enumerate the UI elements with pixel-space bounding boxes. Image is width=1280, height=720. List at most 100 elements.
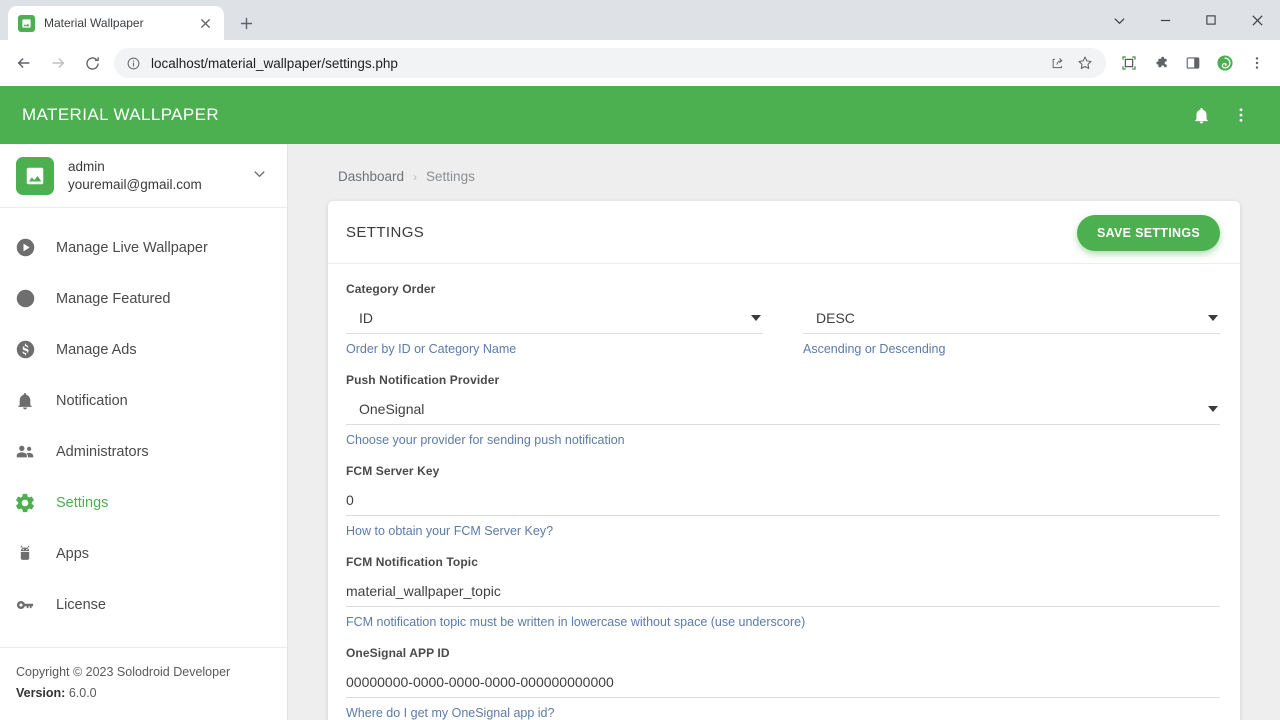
circle-icon bbox=[10, 284, 40, 314]
category-order-select[interactable]: ID bbox=[346, 303, 763, 334]
version-label: Version: bbox=[16, 686, 65, 700]
field-label: FCM Notification Topic bbox=[346, 555, 1220, 569]
field-value: OneSignal bbox=[346, 401, 1208, 417]
sidebar-item-manage-featured[interactable]: Manage Featured bbox=[0, 273, 287, 324]
site-info-icon[interactable] bbox=[126, 56, 141, 71]
field-hint[interactable]: FCM notification topic must be written i… bbox=[346, 615, 1220, 629]
push-notification-provider-select[interactable]: OneSignal bbox=[346, 394, 1220, 425]
tab-favicon-image-icon bbox=[18, 15, 35, 32]
android-extension-icon[interactable] bbox=[1210, 48, 1240, 78]
sidebar-item-settings[interactable]: Settings bbox=[0, 477, 287, 528]
sidebar-item-manage-ads[interactable]: Manage Ads bbox=[0, 324, 287, 375]
field-hint[interactable]: How to obtain your FCM Server Key? bbox=[346, 524, 1220, 538]
field-hint[interactable]: Where do I get my OneSignal app id? bbox=[346, 706, 1220, 720]
tab-search-chevron-down-icon[interactable] bbox=[1096, 0, 1142, 40]
chevron-down-icon[interactable] bbox=[751, 315, 761, 321]
app-body: admin youremail@gmail.com bbox=[0, 144, 1280, 720]
chevron-down-icon[interactable] bbox=[252, 166, 271, 186]
fcm-server-key-input[interactable]: 0 bbox=[346, 485, 1220, 516]
window-minimize-icon[interactable] bbox=[1142, 0, 1188, 40]
page-viewport: MATERIAL WALLPAPER bbox=[0, 86, 1280, 720]
key-icon bbox=[10, 590, 40, 620]
onesignal-app-id-input[interactable]: 00000000-0000-0000-0000-000000000000 bbox=[346, 667, 1220, 698]
app-title: MATERIAL WALLPAPER bbox=[22, 105, 219, 125]
browser-tab[interactable]: Material Wallpaper bbox=[8, 6, 224, 40]
field-value: 00000000-0000-0000-0000-000000000000 bbox=[346, 674, 1220, 690]
breadcrumb: Dashboard › Settings bbox=[314, 144, 1254, 201]
breadcrumb-dashboard[interactable]: Dashboard bbox=[338, 169, 404, 184]
share-icon[interactable] bbox=[1044, 50, 1070, 76]
avatar bbox=[16, 157, 54, 195]
sidebar-item-label: Apps bbox=[56, 546, 89, 562]
chevron-down-icon[interactable] bbox=[1208, 406, 1218, 412]
save-settings-button[interactable]: SAVE SETTINGS bbox=[1077, 215, 1220, 251]
sidebar-item-administrators[interactable]: Administrators bbox=[0, 426, 287, 477]
tab-close-icon[interactable] bbox=[196, 14, 214, 32]
sidebar-item-label: Settings bbox=[56, 495, 108, 511]
tab-title: Material Wallpaper bbox=[44, 16, 187, 30]
fcm-notification-topic-input[interactable]: material_wallpaper_topic bbox=[346, 576, 1220, 607]
browser-toolbar: localhost/material_wallpaper/settings.ph… bbox=[0, 40, 1280, 86]
window-close-icon[interactable] bbox=[1234, 0, 1280, 40]
user-email: youremail@gmail.com bbox=[68, 176, 238, 193]
tab-strip: Material Wallpaper bbox=[0, 0, 261, 40]
app-header: MATERIAL WALLPAPER bbox=[0, 86, 1280, 144]
window-maximize-icon[interactable] bbox=[1188, 0, 1234, 40]
dollar-circle-icon bbox=[10, 335, 40, 365]
address-bar-url[interactable]: localhost/material_wallpaper/settings.ph… bbox=[151, 56, 1034, 71]
sidebar-item-notification[interactable]: Notification bbox=[0, 375, 287, 426]
forward-arrow-icon[interactable] bbox=[42, 47, 74, 79]
field-push-notification-provider: Push Notification Provider OneSignal Cho… bbox=[346, 373, 1220, 447]
user-profile-block[interactable]: admin youremail@gmail.com bbox=[0, 144, 287, 208]
sidebar-item-label: Manage Live Wallpaper bbox=[56, 240, 208, 256]
version-value: 6.0.0 bbox=[69, 686, 97, 700]
chevron-down-icon[interactable] bbox=[1208, 315, 1218, 321]
back-arrow-icon[interactable] bbox=[8, 47, 40, 79]
settings-card-header: SETTINGS SAVE SETTINGS bbox=[328, 201, 1240, 264]
more-vert-icon[interactable] bbox=[1230, 104, 1252, 126]
sidebar-footer: Copyright © 2023 Solodroid Developer Ver… bbox=[0, 647, 287, 720]
copyright-text: Copyright © 2023 Solodroid Developer bbox=[16, 662, 271, 683]
form-row-category-order: Category Order ID Order by ID or Categor… bbox=[346, 282, 1220, 373]
version-line: Version: 6.0.0 bbox=[16, 683, 271, 704]
field-category-order: Category Order ID Order by ID or Categor… bbox=[346, 282, 763, 356]
bookmark-star-icon[interactable] bbox=[1072, 50, 1098, 76]
reload-icon[interactable] bbox=[76, 47, 108, 79]
field-value: 0 bbox=[346, 492, 1220, 508]
sidebar-item-license[interactable]: License bbox=[0, 579, 287, 630]
browser-window: Material Wallpaper bbox=[0, 0, 1280, 720]
form-col-left: Category Order ID Order by ID or Categor… bbox=[346, 282, 763, 373]
bell-icon[interactable] bbox=[1190, 104, 1212, 126]
sidebar-item-apps[interactable]: Apps bbox=[0, 528, 287, 579]
extensions-puzzle-icon[interactable] bbox=[1146, 48, 1176, 78]
user-name: admin bbox=[68, 158, 238, 175]
sidebar-item-label: License bbox=[56, 597, 106, 613]
field-label: OneSignal APP ID bbox=[346, 646, 1220, 660]
new-tab-button[interactable] bbox=[231, 8, 261, 38]
field-label: FCM Server Key bbox=[346, 464, 1220, 478]
field-hint[interactable]: Ascending or Descending bbox=[803, 342, 1220, 356]
sidebar-item-label: Notification bbox=[56, 393, 128, 409]
browser-menu-icon[interactable] bbox=[1242, 48, 1272, 78]
sidebar-item-manage-live-wallpaper[interactable]: Manage Live Wallpaper bbox=[0, 222, 287, 273]
sidebar: admin youremail@gmail.com bbox=[0, 144, 288, 720]
screen-capture-icon[interactable] bbox=[1114, 48, 1144, 78]
field-value: material_wallpaper_topic bbox=[346, 583, 1220, 599]
gear-icon bbox=[10, 488, 40, 518]
field-hint[interactable]: Order by ID or Category Name bbox=[346, 342, 763, 356]
main-content: Dashboard › Settings SETTINGS SAVE SETTI… bbox=[288, 144, 1280, 720]
field-label: Push Notification Provider bbox=[346, 373, 1220, 387]
field-label: Category Order bbox=[346, 282, 763, 296]
user-text: admin youremail@gmail.com bbox=[68, 158, 238, 193]
form-col-right: DESC Ascending or Descending bbox=[803, 282, 1220, 373]
android-icon bbox=[10, 539, 40, 569]
play-circle-icon bbox=[10, 233, 40, 263]
category-order-direction-select[interactable]: DESC bbox=[803, 303, 1220, 334]
field-onesignal-app-id: OneSignal APP ID 00000000-0000-0000-0000… bbox=[346, 646, 1220, 720]
address-bar[interactable]: localhost/material_wallpaper/settings.ph… bbox=[114, 48, 1106, 78]
sidebar-nav: Manage Live Wallpaper Manage Featured bbox=[0, 208, 287, 647]
field-hint[interactable]: Choose your provider for sending push no… bbox=[346, 433, 1220, 447]
field-value: ID bbox=[346, 310, 751, 326]
side-panel-icon[interactable] bbox=[1178, 48, 1208, 78]
field-fcm-notification-topic: FCM Notification Topic material_wallpape… bbox=[346, 555, 1220, 629]
